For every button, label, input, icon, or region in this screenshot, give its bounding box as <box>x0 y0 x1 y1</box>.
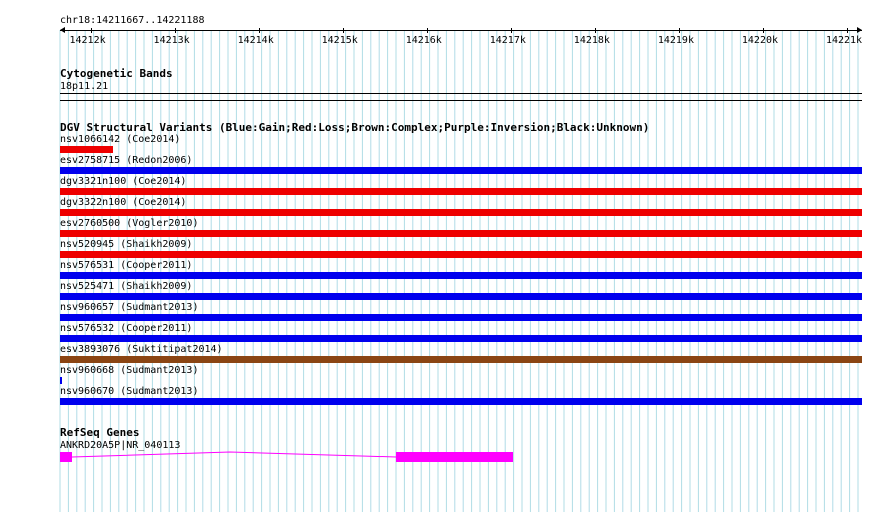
ruler-tick <box>342 28 344 33</box>
variant-label[interactable]: nsv520945 (Shaikh2009) <box>60 239 192 250</box>
ruler-tick-label: 14214k <box>237 35 274 46</box>
variant-bar[interactable] <box>60 377 63 384</box>
location-label: chr18:14211667..14221188 <box>60 15 205 26</box>
variant-bar[interactable] <box>60 335 862 342</box>
variant-bar[interactable] <box>60 167 862 174</box>
ruler-tick-label: 14216k <box>405 35 442 46</box>
gene-intron <box>71 451 397 458</box>
cytoband-band-label: 18p11.21 <box>60 81 109 92</box>
ruler-tick <box>510 28 512 33</box>
variant-bar[interactable] <box>60 230 862 237</box>
variant-label[interactable]: esv2760500 (Vogler2010) <box>60 218 198 229</box>
variant-label[interactable]: nsv960657 (Sudmant2013) <box>60 302 198 313</box>
variant-bar[interactable] <box>60 251 862 258</box>
variant-bar[interactable] <box>60 272 862 279</box>
variant-label[interactable]: dgv3322n100 (Coe2014) <box>60 197 186 208</box>
ruler-tick <box>678 28 680 33</box>
gene-exon-2 <box>396 452 513 462</box>
ruler-tick-label: 14215k <box>321 35 358 46</box>
variant-label[interactable]: nsv960670 (Sudmant2013) <box>60 386 198 397</box>
variant-bar[interactable] <box>60 146 113 153</box>
variant-label[interactable]: nsv1066142 (Coe2014) <box>60 134 180 145</box>
variant-bar[interactable] <box>60 188 862 195</box>
ruler-tick <box>594 28 596 33</box>
variant-label[interactable]: esv2758715 (Redon2006) <box>60 155 192 166</box>
ruler-tick <box>258 28 260 33</box>
cytoband-line-bottom <box>60 100 862 101</box>
variant-bar[interactable] <box>60 314 862 321</box>
refseq-gene-model[interactable] <box>0 448 890 466</box>
gene-exon-1 <box>60 452 72 462</box>
variant-label[interactable]: dgv3321n100 (Coe2014) <box>60 176 186 187</box>
ruler-tick-label: 14213k <box>153 35 190 46</box>
variant-label[interactable]: nsv525471 (Shaikh2009) <box>60 281 192 292</box>
variant-bar[interactable] <box>60 293 862 300</box>
variant-label[interactable]: nsv576531 (Cooper2011) <box>60 260 192 271</box>
ruler-tick <box>426 28 428 33</box>
ruler-tick <box>846 28 848 33</box>
ruler-tick-label: 14218k <box>573 35 610 46</box>
ruler-tick-label: 14217k <box>489 35 526 46</box>
ruler-tick <box>174 28 176 33</box>
ruler-arrow-left-icon <box>60 27 65 33</box>
ruler-tick <box>762 28 764 33</box>
variant-label[interactable]: nsv576532 (Cooper2011) <box>60 323 192 334</box>
ruler-line <box>60 30 862 31</box>
variant-bar[interactable] <box>60 356 862 363</box>
variant-bar[interactable] <box>60 398 862 405</box>
variant-bar[interactable] <box>60 209 862 216</box>
variant-label[interactable]: nsv960668 (Sudmant2013) <box>60 365 198 376</box>
variant-label[interactable]: esv3893076 (Suktitipat2014) <box>60 344 223 355</box>
ruler-arrow-right-icon <box>857 27 862 33</box>
cytoband-line-top <box>60 93 862 94</box>
ruler-tick-label: 14221k <box>825 35 863 46</box>
dgv-title: DGV Structural Variants (Blue:Gain;Red:L… <box>60 121 650 134</box>
refseq-title: RefSeq Genes <box>60 426 140 439</box>
cytoband-title: Cytogenetic Bands <box>60 67 173 80</box>
ruler-tick-label: 14220k <box>741 35 779 46</box>
ruler-tick-label: 14219k <box>657 35 694 46</box>
ruler-tick-label: 14212k <box>69 35 106 46</box>
ruler-tick <box>90 28 92 33</box>
